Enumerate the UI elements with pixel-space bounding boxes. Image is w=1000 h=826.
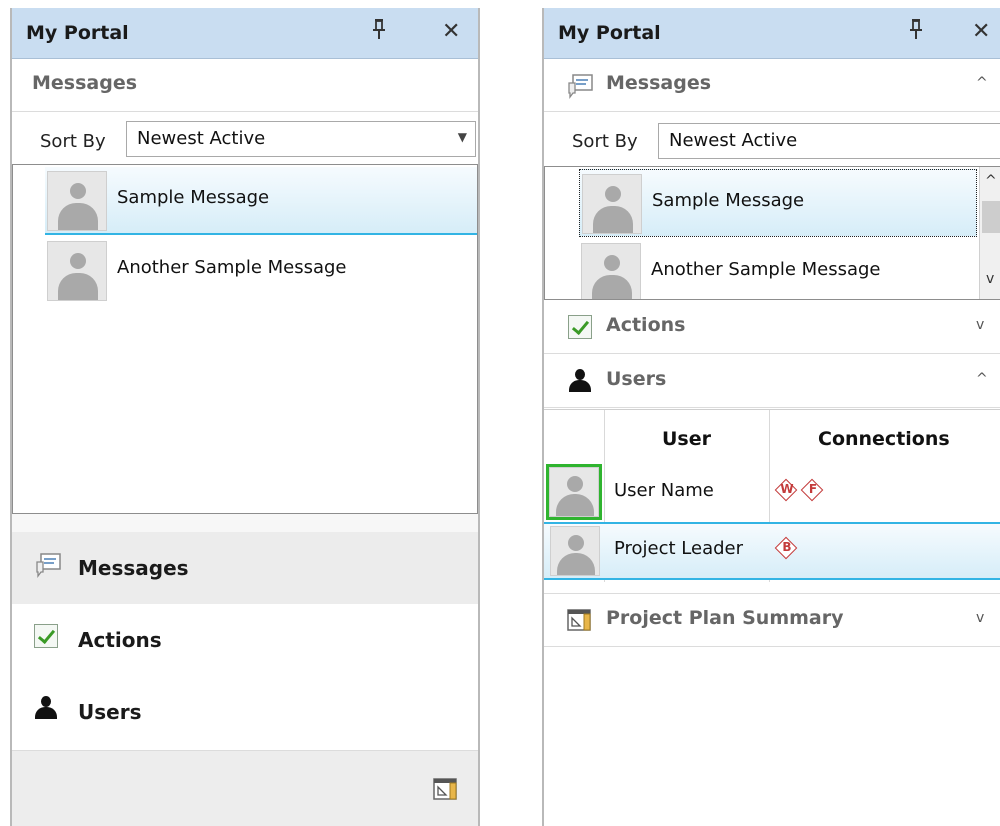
project-plan-icon (566, 606, 594, 638)
avatar (47, 171, 107, 231)
message-item[interactable]: Another Sample Message (579, 239, 977, 299)
avatar (47, 241, 107, 301)
avatar (550, 526, 600, 576)
user-name: Project Leader (614, 538, 744, 559)
section-title: Project Plan Summary (606, 607, 844, 629)
chevron-down-icon: ▼ (457, 130, 467, 144)
sort-row: Sort By Newest Active ▼ (544, 113, 1000, 165)
checkmark-icon (568, 315, 592, 339)
sort-value: Newest Active (137, 128, 266, 149)
nav-label: Messages (78, 556, 189, 580)
chevron-down-icon[interactable]: v (976, 317, 984, 333)
message-item[interactable]: Another Sample Message (45, 237, 477, 303)
sort-row: Sort By Newest Active ▼ (12, 113, 478, 165)
panel-title: My Portal (26, 22, 129, 44)
panel-title: My Portal (558, 22, 661, 44)
table-row-selected[interactable]: Project Leader B (544, 522, 1000, 580)
connection-badge[interactable]: W (774, 478, 798, 502)
message-list: Sample Message Another Sample Message ^ … (544, 166, 1000, 300)
sort-dropdown[interactable]: Newest Active ▼ (126, 121, 476, 157)
message-subject: Another Sample Message (117, 257, 347, 278)
right-portal-panel: My Portal ✕ Messages ^ Sort By Newest Ac… (542, 8, 1000, 826)
chevron-up-icon[interactable]: ^ (985, 173, 997, 189)
avatar (581, 243, 641, 299)
project-plan-icon[interactable] (432, 775, 460, 807)
section-title: Actions (606, 314, 686, 336)
pin-icon[interactable] (372, 18, 386, 49)
nav-item-messages[interactable]: Messages (12, 532, 478, 604)
avatar (549, 467, 599, 517)
messages-section-header: Messages (12, 59, 478, 112)
sort-dropdown[interactable]: Newest Active ▼ (658, 123, 1000, 159)
messages-section-header[interactable]: Messages ^ (544, 59, 1000, 112)
nav-label: Actions (78, 628, 162, 652)
user-icon (34, 696, 58, 720)
avatar (582, 174, 642, 234)
nav-item-users[interactable]: Users (12, 676, 478, 748)
messages-icon (34, 552, 62, 584)
chevron-down-icon[interactable]: v (976, 610, 984, 626)
splitter[interactable] (12, 514, 478, 532)
message-item-selected[interactable]: Sample Message (45, 167, 477, 235)
users-grid: User Connections User Name W F Project L… (544, 409, 1000, 594)
message-item-selected[interactable]: Sample Message (579, 169, 977, 237)
section-title: Messages (32, 72, 138, 94)
message-subject: Another Sample Message (651, 259, 881, 280)
list-scrollbar[interactable]: ^ v (979, 167, 1000, 299)
avatar-selected-frame (546, 464, 602, 520)
connection-badge[interactable]: B (774, 536, 798, 560)
sort-value: Newest Active (669, 130, 798, 151)
message-subject: Sample Message (652, 190, 805, 211)
users-section-header[interactable]: Users ^ (544, 355, 1000, 408)
column-header-connections[interactable]: Connections (818, 428, 950, 450)
chevron-down-icon[interactable]: v (986, 271, 994, 287)
title-bar: My Portal ✕ (544, 8, 1000, 59)
sort-by-label: Sort By (572, 131, 638, 152)
pin-icon[interactable] (909, 18, 923, 48)
section-title: Users (606, 368, 667, 390)
scroll-thumb[interactable] (982, 201, 1000, 233)
column-header-user[interactable]: User (662, 428, 711, 450)
sort-by-label: Sort By (40, 131, 106, 152)
close-icon[interactable]: ✕ (972, 18, 990, 46)
left-portal-panel: My Portal ✕ Messages Sort By Newest Acti… (10, 8, 480, 826)
connection-badge[interactable]: F (800, 478, 824, 502)
checkmark-icon (34, 624, 58, 648)
user-name: User Name (614, 480, 714, 501)
chevron-up-icon[interactable]: ^ (976, 371, 988, 387)
nav-item-actions[interactable]: Actions (12, 604, 478, 676)
actions-section-header[interactable]: Actions v (544, 301, 1000, 354)
message-subject: Sample Message (117, 187, 270, 208)
section-title: Messages (606, 72, 712, 94)
table-row[interactable]: User Name W F (544, 462, 1000, 520)
footer-bar (12, 750, 478, 826)
message-list: Sample Message Another Sample Message (12, 164, 478, 514)
messages-icon (566, 73, 594, 105)
project-plan-section-header[interactable]: Project Plan Summary v (544, 593, 1000, 647)
close-icon[interactable]: ✕ (442, 18, 460, 46)
user-icon (568, 369, 592, 393)
title-bar: My Portal ✕ (12, 8, 478, 59)
chevron-up-icon[interactable]: ^ (976, 75, 988, 91)
nav-label: Users (78, 700, 142, 724)
